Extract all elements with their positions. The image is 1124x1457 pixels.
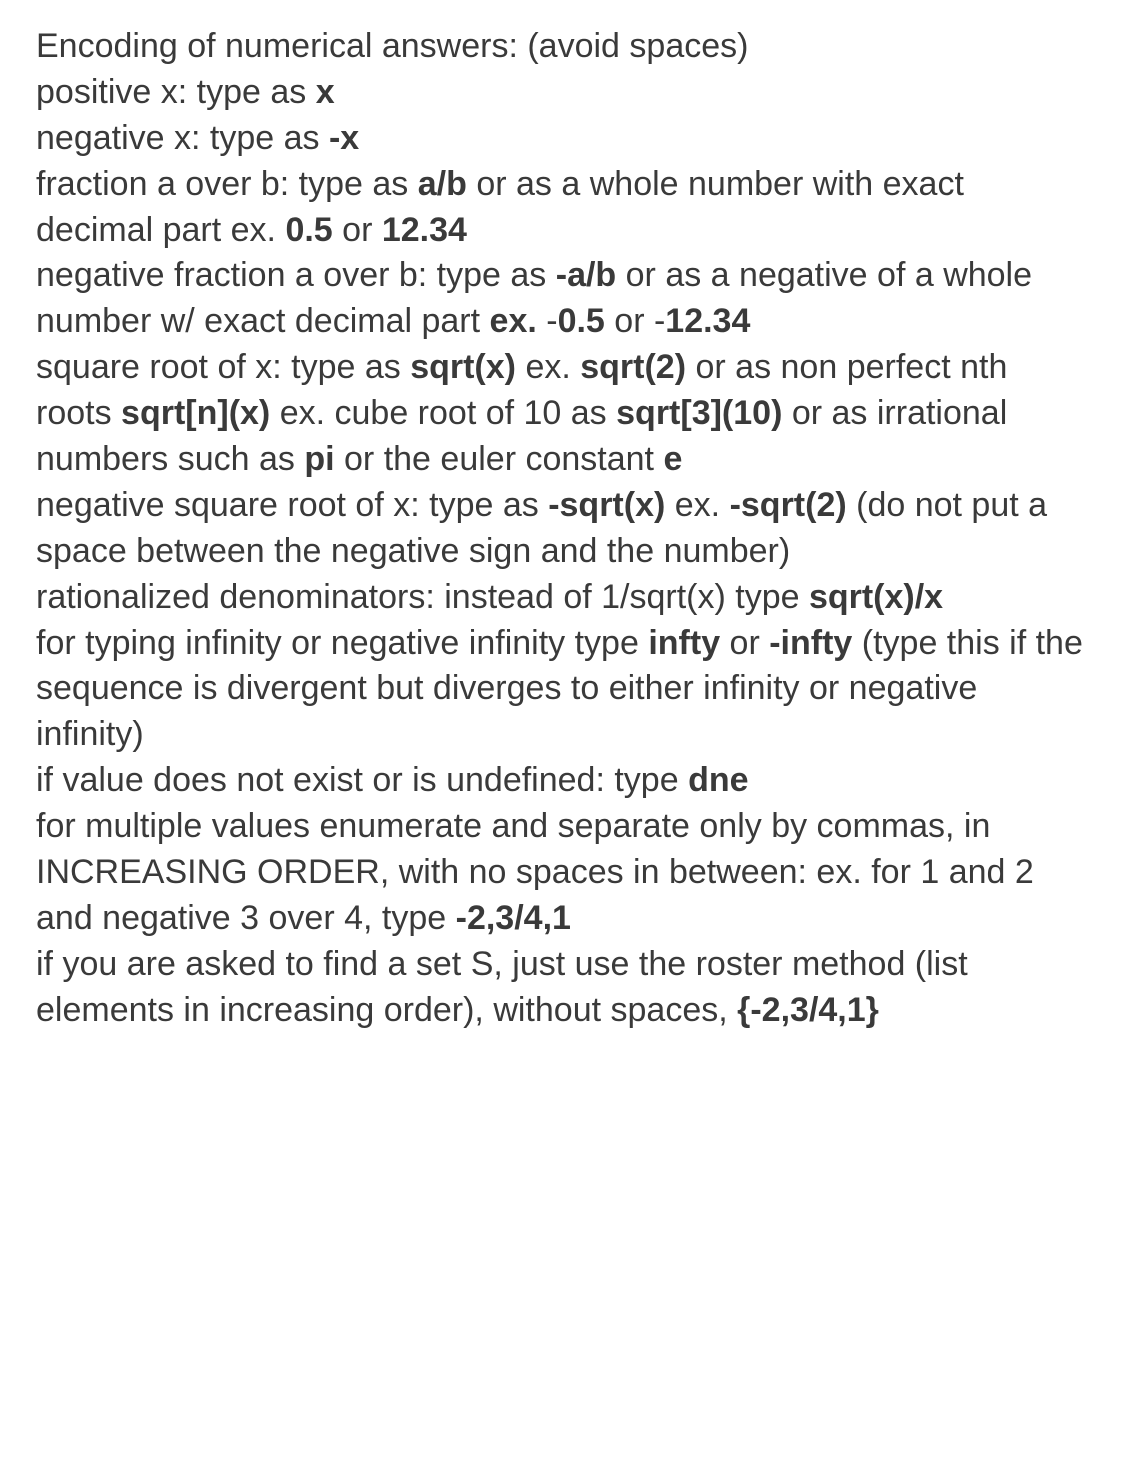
rational-prefix: rationalized denominators: instead of 1/… [36, 578, 809, 616]
neg-sqrt-mid1: ex. [665, 486, 729, 524]
sqrt-mid3: ex. cube root of 10 as [270, 394, 616, 432]
set-bold: {-2,3/4,1} [737, 991, 879, 1029]
sqrt-bold-5: pi [304, 440, 334, 478]
sqrt-bold-1: sqrt(x) [410, 348, 516, 386]
infty-prefix: for typing infinity or negative infinity… [36, 624, 648, 662]
infty-bold-1: infty [648, 624, 720, 662]
neg-fraction-line-prefix: negative fraction a over b: type as [36, 256, 556, 294]
positive-x-line-prefix: positive x: type as [36, 73, 316, 111]
fraction-bold-ab: a/b [418, 165, 467, 203]
sqrt-bold-4: sqrt[3](10) [616, 394, 782, 432]
fraction-bold-05: 0.5 [285, 211, 332, 249]
infty-bold-2: -infty [769, 624, 852, 662]
neg-fraction-bold-05: 0.5 [558, 302, 605, 340]
dne-prefix: if value does not exist or is undefined:… [36, 761, 688, 799]
rational-bold: sqrt(x)/x [809, 578, 943, 616]
sqrt-bold-2: sqrt(2) [580, 348, 686, 386]
fraction-bold-1234: 12.34 [382, 211, 467, 249]
sqrt-mid1: ex. [516, 348, 580, 386]
neg-sqrt-prefix: negative square root of x: type as [36, 486, 548, 524]
infty-or: or [720, 624, 769, 662]
multi-bold: -2,3/4,1 [456, 899, 571, 937]
neg-fraction-or: or - [605, 302, 665, 340]
dne-bold: dne [688, 761, 748, 799]
title-line: Encoding of numerical answers: (avoid sp… [36, 27, 748, 65]
sqrt-bold-6: e [663, 440, 682, 478]
sqrt-mid5: or the euler constant [335, 440, 664, 478]
neg-fraction-mid2: - [537, 302, 558, 340]
neg-fraction-bold-1234: 12.34 [665, 302, 750, 340]
neg-fraction-bold-ex: ex. [490, 302, 537, 340]
fraction-line-or: or [333, 211, 382, 249]
sqrt-bold-3: sqrt[n](x) [121, 394, 270, 432]
negative-x-line-prefix: negative x: type as [36, 119, 329, 157]
neg-sqrt-bold-2: -sqrt(2) [730, 486, 847, 524]
neg-sqrt-bold-1: -sqrt(x) [548, 486, 665, 524]
negative-x-bold: -x [329, 119, 359, 157]
neg-fraction-bold-ab: -a/b [556, 256, 616, 294]
encoding-instructions: Encoding of numerical answers: (avoid sp… [36, 24, 1088, 1034]
fraction-line-prefix: fraction a over b: type as [36, 165, 418, 203]
sqrt-line-prefix: square root of x: type as [36, 348, 410, 386]
positive-x-bold: x [316, 73, 335, 111]
